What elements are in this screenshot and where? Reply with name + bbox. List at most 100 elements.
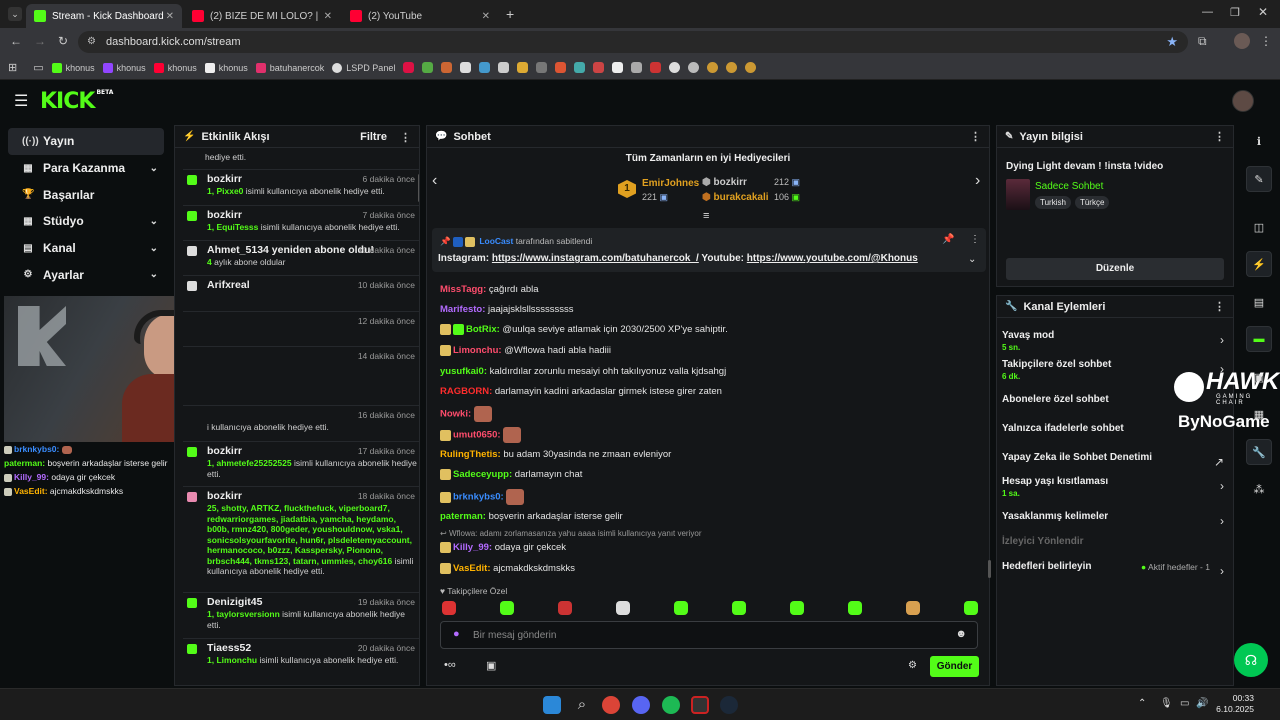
chat-message[interactable]: umut0650: <box>440 427 522 443</box>
bookmark-kick[interactable]: khonus <box>51 62 95 73</box>
info-icon[interactable]: ℹ <box>1246 128 1272 154</box>
bookmark-x[interactable]: khonus <box>204 62 248 73</box>
emote-icon[interactable] <box>906 601 920 615</box>
chat-message[interactable]: Nowki: <box>440 406 492 422</box>
store-icon[interactable]: ▣ <box>486 659 496 672</box>
bookmark-icon[interactable] <box>498 62 510 73</box>
chat-username[interactable]: umut0650: <box>453 430 501 441</box>
window-close-icon[interactable]: ✕ <box>1258 5 1268 19</box>
tag-chip[interactable]: Turkish <box>1035 196 1071 209</box>
chat-message[interactable]: RulingThetis: bu adam 30yasinda ne zmaan… <box>440 449 671 460</box>
menu-icon[interactable]: ⋮ <box>1260 34 1272 48</box>
steam-icon[interactable] <box>720 696 738 714</box>
chat-settings-icon[interactable]: ⚙ <box>908 660 917 671</box>
restore-icon[interactable]: ❐ <box>1230 6 1240 19</box>
bookmark-icon[interactable] <box>517 62 529 73</box>
chat-message[interactable]: paterman: boşverin arkadaşlar isterse ge… <box>440 511 623 522</box>
edit-button[interactable]: Düzenle <box>1006 258 1224 280</box>
bookmark-icon[interactable] <box>441 62 453 73</box>
tab-kick-dashboard[interactable]: Stream - Kick Dashboard ✕ <box>26 4 182 28</box>
kick-logo[interactable]: KICK BETA <box>40 89 113 114</box>
user-avatar[interactable] <box>1232 90 1254 112</box>
more-icon[interactable]: ⋮ <box>400 131 411 144</box>
chat-username[interactable]: brknkybs0: <box>453 492 504 503</box>
chat-username[interactable]: RulingThetis: <box>440 449 501 460</box>
close-tab-icon[interactable]: ✕ <box>166 11 174 22</box>
chat-username[interactable]: Killy_99: <box>453 542 492 553</box>
emote-icon[interactable] <box>732 601 746 615</box>
chat-scrollbar[interactable] <box>988 560 991 578</box>
feed-scrollbar[interactable] <box>418 174 419 202</box>
media-icon[interactable]: ▣ <box>1246 364 1272 390</box>
network-icon[interactable]: ▭ <box>1180 698 1189 709</box>
chat-message[interactable]: Killy_99: odaya gir çekcek <box>440 542 566 553</box>
unpin-icon[interactable]: 📌 <box>942 234 954 245</box>
back-icon[interactable]: ← <box>10 34 22 48</box>
sidebar-item-4[interactable]: ▤ Kanal ⌄ <box>8 235 164 262</box>
emoji-icon[interactable]: ☻ <box>955 628 967 640</box>
gallery-icon[interactable]: ▦ <box>1246 401 1272 427</box>
chat-username[interactable]: MissTagg: <box>440 284 486 295</box>
close-tab-icon[interactable]: ✕ <box>482 11 490 22</box>
obs-icon[interactable] <box>691 696 709 714</box>
emote-icon[interactable] <box>674 601 688 615</box>
microphone-icon[interactable]: ● <box>453 628 460 640</box>
bookmark-icon[interactable] <box>422 62 434 73</box>
emote-icon[interactable] <box>790 601 804 615</box>
volume-icon[interactable]: 🔊 <box>1196 698 1208 709</box>
chat-message[interactable]: Sadeceyupp: darlamayın chat <box>440 469 582 480</box>
stream-category[interactable]: Sadece Sohbet <box>1035 181 1103 192</box>
chevron-right-icon[interactable]: › <box>1220 564 1224 578</box>
emote-icon[interactable] <box>442 601 456 615</box>
edit-icon[interactable]: ✎ <box>1246 166 1272 192</box>
chevron-right-icon[interactable]: › <box>1220 333 1224 347</box>
bookmark-lspd[interactable]: LSPD Panel <box>332 62 395 73</box>
emote-icon[interactable] <box>848 601 862 615</box>
youtube-link[interactable]: https://www.youtube.com/@Khonus <box>747 253 918 264</box>
channel-action-item[interactable]: İzleyici Yönlendir <box>1002 536 1228 547</box>
chat-username[interactable]: Marifesto: <box>440 304 485 315</box>
instagram-link[interactable]: https://www.instagram.com/batuhanercok_/ <box>492 253 699 264</box>
forward-icon[interactable]: → <box>34 34 46 48</box>
chat-message[interactable]: VasEdit: ajcmakdkskdmskks <box>440 563 575 574</box>
chat-message[interactable]: Marifesto: jaajajsklsllsssssssss <box>440 304 574 315</box>
chat-username[interactable]: Nowki: <box>440 409 471 420</box>
url-bar[interactable]: ⚙ dashboard.kick.com/stream ★ <box>78 31 1188 53</box>
tab-search-icon[interactable]: ⌄ <box>8 7 22 21</box>
bookmark-icon[interactable] <box>707 62 719 73</box>
chat-username[interactable]: Limonchu: <box>453 345 502 356</box>
send-button[interactable]: Gönder <box>930 656 979 677</box>
bookmark-icon[interactable] <box>631 62 643 73</box>
chat-username[interactable]: paterman: <box>440 511 486 522</box>
chevron-down-icon[interactable]: ⌄ <box>150 163 158 174</box>
chevron-down-icon[interactable]: ⌄ <box>150 243 158 254</box>
bookmark-icon[interactable] <box>536 62 548 73</box>
bookmark-icon[interactable] <box>479 62 491 73</box>
more-icon[interactable]: ⋮ <box>1214 300 1225 313</box>
emote-icon[interactable] <box>500 601 514 615</box>
bookmark-star-icon[interactable]: ★ <box>1166 34 1178 50</box>
bookmark-icon[interactable] <box>745 62 757 73</box>
chat-message[interactable]: brknkybs0: <box>440 489 525 505</box>
chevron-right-icon[interactable]: › <box>1220 479 1224 493</box>
sidebar-item-2[interactable]: 🏆 Başarılar <box>8 181 164 208</box>
emote-icon[interactable] <box>616 601 630 615</box>
channel-action-item[interactable]: Hesap yaşı kısıtlaması 1 sa. › <box>1002 476 1228 498</box>
chat-message[interactable]: Limonchu: @Wflowa hadi abla hadiii <box>440 345 611 356</box>
kicks-icon[interactable]: ⁂ <box>1246 476 1272 502</box>
more-icon[interactable]: ⋮ <box>1214 130 1225 143</box>
sidebar-item-3[interactable]: ▦ Stüdyo ⌄ <box>8 208 164 235</box>
bookmark-icon[interactable] <box>650 62 662 73</box>
bookmark-youtube[interactable]: khonus <box>153 62 197 73</box>
chat-message[interactable]: RAGBORN: darlamayin kadini arkadaslar gi… <box>440 386 722 397</box>
chat-icon[interactable]: ▬ <box>1246 326 1272 352</box>
tag-chip[interactable]: Türkçe <box>1074 196 1110 209</box>
kicks-icon[interactable]: •∞ <box>444 659 456 671</box>
bookmark-icon[interactable] <box>612 62 624 73</box>
channel-action-item[interactable]: Yasaklanmış kelimeler › <box>1002 511 1228 528</box>
bookmark-instagram[interactable]: batuhanercok <box>255 62 324 73</box>
bookmark-icon[interactable] <box>688 62 700 73</box>
chevron-down-icon[interactable]: ⌄ <box>150 269 158 280</box>
profile-avatar[interactable] <box>1234 33 1250 49</box>
channel-action-item[interactable]: Yavaş mod 5 sn. › <box>1002 330 1228 352</box>
